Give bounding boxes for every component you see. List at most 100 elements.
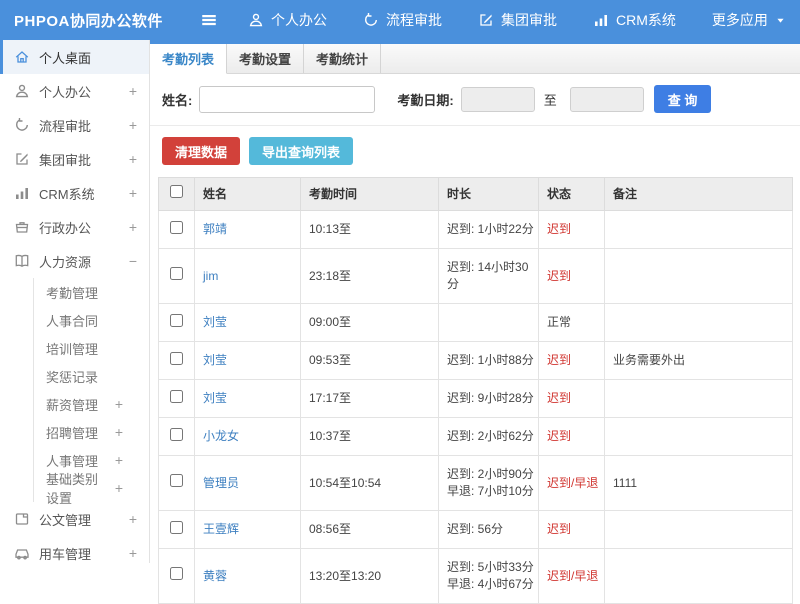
expand-toggle[interactable]: + [129, 546, 137, 560]
sidebar-item-training-mgmt[interactable]: 培训管理 [0, 334, 149, 362]
sidebar-item-crm-system[interactable]: CRM系统 + [0, 176, 149, 210]
flow-icon [14, 117, 30, 133]
sidebar-item-document-mgmt[interactable]: 公文管理 + [0, 502, 149, 536]
employee-name-link[interactable]: jim [203, 269, 218, 283]
topnav-item-more-apps[interactable]: 更多应用 [712, 10, 786, 30]
employee-name-link[interactable]: 小龙女 [203, 429, 239, 443]
search-button[interactable]: 查 询 [653, 85, 712, 113]
sidebar-item-reward-punishment[interactable]: 奖惩记录 [0, 362, 149, 390]
row-checkbox[interactable] [170, 267, 183, 280]
attendance-time-text: 08:56至 [300, 510, 439, 549]
tab-attendance-settings[interactable]: 考勤设置 [227, 44, 304, 73]
topnav-item-personal-office[interactable]: 个人办公 [248, 10, 327, 30]
expand-toggle[interactable]: + [115, 397, 123, 411]
select-all-checkbox[interactable] [170, 185, 183, 198]
expand-toggle[interactable]: + [115, 481, 123, 495]
status-text: 迟到/早退 [538, 548, 605, 604]
tab-bar: 考勤列表 考勤设置 考勤统计 [150, 44, 800, 74]
expand-toggle[interactable]: + [115, 453, 123, 467]
duration-text: 迟到: 2小时62分 [438, 417, 539, 456]
sidebar-item-group-approval[interactable]: 集团审批 + [0, 142, 149, 176]
topnav-item-group-approval[interactable]: 集团审批 [478, 10, 557, 30]
row-select-cell [158, 379, 195, 418]
employee-name-link[interactable]: 管理员 [203, 476, 239, 490]
note-text [604, 548, 793, 604]
duration-text: 迟到: 1小时88分 [438, 341, 539, 380]
expand-toggle[interactable]: + [129, 118, 137, 132]
book-icon [14, 253, 30, 269]
car-icon [14, 545, 30, 561]
row-checkbox[interactable] [170, 220, 183, 234]
expand-toggle[interactable]: + [129, 152, 137, 166]
expand-toggle[interactable]: + [129, 84, 137, 98]
employee-name-link[interactable]: 黄蓉 [203, 569, 227, 583]
hamburger-menu-icon[interactable] [200, 11, 218, 29]
to-label: 至 [543, 92, 557, 108]
topnav-item-crm-system[interactable]: CRM系统 [593, 10, 676, 30]
duration-line: 早退: 4小时67分 [447, 577, 534, 591]
status-text: 迟到 [538, 510, 605, 549]
select-all-cell [158, 177, 195, 211]
filter-bar: 姓名: 考勤日期: 至 查 询 [150, 74, 800, 126]
person-icon [248, 12, 264, 28]
attendance-table: 姓名 考勤时间 时长 状态 备注 郭靖 10:13至 迟到: 1小时22分 迟到… [158, 177, 793, 604]
duration-line: 迟到: 5小时33分 [447, 560, 534, 574]
export-list-button[interactable]: 导出查询列表 [249, 137, 354, 165]
date-to-input[interactable] [569, 86, 644, 112]
row-checkbox[interactable] [170, 351, 183, 365]
expand-toggle[interactable]: + [129, 512, 137, 526]
note-text [604, 210, 793, 249]
date-from-input[interactable] [460, 86, 535, 112]
duration-text: 迟到: 56分 [438, 510, 539, 549]
row-checkbox[interactable] [170, 313, 183, 327]
sidebar-item-attendance-mgmt[interactable]: 考勤管理 [0, 278, 149, 306]
employee-name-link[interactable]: 刘莹 [203, 391, 227, 405]
expand-toggle[interactable]: + [129, 186, 137, 200]
sidebar-item-vehicle-mgmt[interactable]: 用车管理 + [0, 536, 149, 563]
tab-attendance-stats[interactable]: 考勤统计 [304, 44, 381, 73]
sidebar-item-hr-contract[interactable]: 人事合同 [0, 306, 149, 334]
duration-text [438, 303, 539, 342]
sidebar-item-recruitment-mgmt[interactable]: 招聘管理 + [0, 418, 149, 446]
row-checkbox[interactable] [170, 427, 183, 441]
sidebar-item-personal-office[interactable]: 个人办公 + [0, 74, 149, 108]
employee-name-link[interactable]: 刘莹 [203, 353, 227, 367]
row-select-cell [158, 210, 195, 249]
status-text: 迟到 [538, 417, 605, 456]
employee-name-link[interactable]: 刘莹 [203, 315, 227, 329]
duration-line: 迟到: 14小时30分 [447, 260, 529, 291]
sidebar-item-admin-office[interactable]: 行政办公 + [0, 210, 149, 244]
employee-name-link[interactable]: 郭靖 [203, 222, 227, 236]
attendance-time-text: 09:00至 [300, 303, 439, 342]
employee-name-link[interactable]: 王壹辉 [203, 522, 239, 536]
expand-toggle[interactable]: − [129, 254, 137, 268]
row-select-cell [158, 303, 195, 342]
row-checkbox[interactable] [170, 389, 183, 403]
app-brand: PHPOA协同办公软件 [14, 12, 163, 30]
sidebar-item-personal-desktop[interactable]: 个人桌面 [0, 40, 149, 74]
duration-line: 早退: 7小时10分 [447, 484, 534, 498]
table-row: 郭靖 10:13至 迟到: 1小时22分 迟到 [158, 210, 793, 249]
tab-attendance-list[interactable]: 考勤列表 [150, 44, 227, 74]
sidebar-item-workflow-approval[interactable]: 流程审批 + [0, 108, 149, 142]
row-checkbox[interactable] [170, 520, 183, 534]
table-row: jim 23:18至 迟到: 14小时30分 迟到 [158, 248, 793, 304]
row-checkbox[interactable] [170, 474, 183, 487]
table-row: 刘莹 17:17至 迟到: 9小时28分 迟到 [158, 379, 793, 418]
expand-toggle[interactable]: + [129, 220, 137, 234]
note-text: 1111 [604, 455, 793, 511]
caret-down-icon [775, 15, 786, 26]
topnav-item-workflow-approval[interactable]: 流程审批 [363, 10, 442, 30]
table-row: 小龙女 10:37至 迟到: 2小时62分 迟到 [158, 417, 793, 456]
sidebar-item-human-resources[interactable]: 人力资源 − [0, 244, 149, 278]
row-checkbox[interactable] [170, 567, 183, 580]
clean-data-button[interactable]: 清理数据 [162, 137, 241, 165]
duration-line: 迟到: 1小时88分 [447, 353, 534, 367]
app-window: PHPOA协同办公软件 个人办公 流程审批 集团审批 CRM系统 更多应用 个人… [0, 0, 800, 604]
name-input[interactable] [199, 85, 376, 113]
sidebar-item-salary-mgmt[interactable]: 薪资管理 + [0, 390, 149, 418]
duration-line: 迟到: 56分 [447, 522, 504, 536]
duration-line: 迟到: 1小时22分 [447, 222, 534, 236]
sidebar-item-base-category-settings[interactable]: 基础类别设置 + [0, 472, 149, 506]
expand-toggle[interactable]: + [115, 425, 123, 439]
